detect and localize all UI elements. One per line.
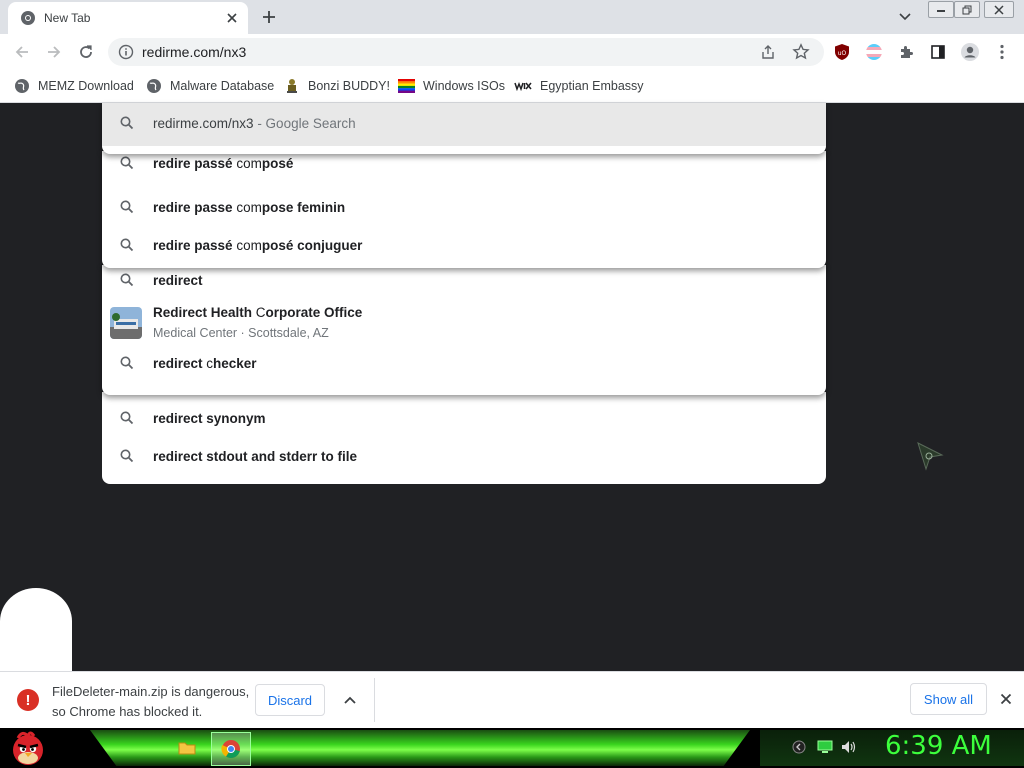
reload-icon[interactable] (76, 42, 96, 62)
forward-arrow-icon[interactable] (44, 42, 64, 62)
network-icon[interactable] (817, 740, 833, 759)
suggestion-text: redirect stdout and stderr to file (153, 449, 358, 464)
suggestion-row[interactable]: redirect stdout and stderr to file (102, 438, 826, 476)
discard-button[interactable]: Discard (255, 684, 325, 716)
suggestion-row[interactable]: redirect (102, 265, 826, 303)
window-close-button[interactable] (984, 1, 1014, 18)
suggestion-text: redire passé composé conjuguer (153, 238, 363, 253)
suggestion-entity-row[interactable]: Redirect Health Corporate Office Medical… (102, 303, 826, 349)
tab-strip: New Tab (0, 0, 1024, 34)
bookmark-label: Windows ISOs (423, 79, 505, 93)
globe-icon (14, 78, 30, 94)
suggestion-row[interactable]: redirect synonym (102, 400, 826, 438)
suggestion-text: redirme.com/nx3 - Google Search (153, 116, 356, 131)
omnibox-dropdown-group-2: redirect Redirect Health Corporate Offic… (102, 265, 826, 395)
suggestion-search-query[interactable]: redirme.com/nx3 - Google Search (102, 103, 826, 146)
browser-toolbar: uO (0, 34, 1024, 70)
suggestion-title: Redirect Health Corporate Office (153, 305, 363, 320)
suggestion-row[interactable]: redire passé composé conjuguer (102, 227, 826, 265)
bookmark-label: Egyptian Embassy (540, 79, 644, 93)
address-input[interactable] (142, 42, 742, 62)
omnibox-dropdown-top: redirme.com/nx3 - Google Search (102, 103, 826, 154)
address-bar[interactable] (108, 38, 824, 66)
close-icon[interactable] (224, 10, 240, 26)
bookmark-bonzi-buddy[interactable]: Bonzi BUDDY! (284, 76, 390, 96)
bookmark-memz-download[interactable]: MEMZ Download (14, 76, 134, 96)
chevron-up-icon[interactable] (340, 690, 360, 710)
suggestion-text: redirect synonym (153, 411, 266, 426)
globe-icon (146, 78, 162, 94)
ublock-origin-icon[interactable]: uO (832, 42, 852, 62)
search-icon (120, 238, 134, 257)
search-icon (120, 449, 134, 468)
tab-new-tab[interactable]: New Tab (8, 2, 248, 34)
new-tab-button[interactable] (258, 7, 280, 27)
chrome-icon (20, 10, 36, 26)
rainbow-flag-icon (398, 79, 415, 93)
tray-expand-icon[interactable] (792, 740, 806, 759)
page-content: redirme.com/nx3 - Google Search redire p… (0, 103, 1024, 671)
trans-flag-extension-icon[interactable] (864, 42, 884, 62)
download-message: FileDeleter-main.zip is dangerous, so Ch… (52, 684, 250, 719)
white-blob-artifact (0, 588, 72, 671)
taskbar: 6:39 AM (0, 728, 1024, 768)
volume-icon[interactable] (841, 740, 857, 759)
show-all-button[interactable]: Show all (910, 683, 987, 715)
back-arrow-icon[interactable] (12, 42, 32, 62)
building-thumbnail (110, 307, 142, 339)
more-menu-icon[interactable] (992, 42, 1012, 62)
suggestion-text: redire passe compose feminin (153, 200, 346, 215)
suggestion-row[interactable]: redire passe compose feminin (102, 189, 826, 227)
extensions-puzzle-icon[interactable] (896, 42, 916, 62)
suggestion-subtitle: Medical Center · Scottsdale, AZ (153, 326, 329, 340)
suggestion-row[interactable]: redirect checker (102, 349, 826, 387)
chevron-down-icon[interactable] (895, 8, 915, 26)
wix-icon (514, 81, 532, 91)
minimize-button[interactable] (928, 1, 954, 18)
restore-button[interactable] (954, 1, 980, 18)
star-icon[interactable] (792, 43, 810, 61)
omnibox-dropdown-group-1: redire passé composé redire passe compos… (102, 151, 826, 268)
bookmark-label: Malware Database (170, 79, 275, 93)
danger-icon: ! (17, 689, 39, 711)
bookmarks-bar: MEMZ Download Malware Database Bonzi BUD… (0, 70, 1024, 103)
suggestion-text: redire passé composé (153, 156, 294, 171)
search-icon (120, 356, 134, 375)
profile-avatar-icon[interactable] (960, 42, 980, 62)
chrome-taskbar-icon[interactable] (211, 732, 251, 766)
search-icon (120, 411, 134, 430)
bookmark-malware-database[interactable]: Malware Database (146, 76, 274, 96)
bonzi-icon (284, 78, 300, 94)
search-icon (120, 273, 134, 292)
share-icon[interactable] (760, 44, 776, 60)
info-icon[interactable] (118, 44, 134, 60)
suggestion-text: redirect checker (153, 356, 257, 371)
download-bar: ! FileDeleter-main.zip is dangerous, so … (0, 671, 1024, 729)
close-icon[interactable] (996, 689, 1016, 709)
suggestion-text: redirect (153, 273, 203, 288)
side-panel-icon[interactable] (928, 42, 948, 62)
cursor-icon (916, 441, 944, 476)
start-button-angry-bird-icon[interactable] (8, 728, 48, 768)
bookmark-label: MEMZ Download (38, 79, 134, 93)
svg-text:uO: uO (838, 50, 847, 57)
taskbar-clock[interactable]: 6:39 AM (885, 731, 992, 761)
file-explorer-taskbar-icon[interactable] (168, 732, 206, 764)
bookmark-windows-isos[interactable]: Windows ISOs (398, 76, 505, 96)
divider (374, 678, 375, 722)
suggestion-row[interactable]: redire passé composé (102, 151, 826, 189)
tab-title: New Tab (44, 11, 91, 25)
bookmark-label: Bonzi BUDDY! (308, 79, 390, 93)
omnibox-dropdown-group-3: redirect synonym redirect stdout and std… (102, 392, 826, 484)
bookmark-egyptian-embassy[interactable]: Egyptian Embassy (514, 76, 644, 96)
search-icon (120, 156, 134, 175)
search-icon (120, 200, 134, 219)
search-icon (120, 116, 134, 135)
